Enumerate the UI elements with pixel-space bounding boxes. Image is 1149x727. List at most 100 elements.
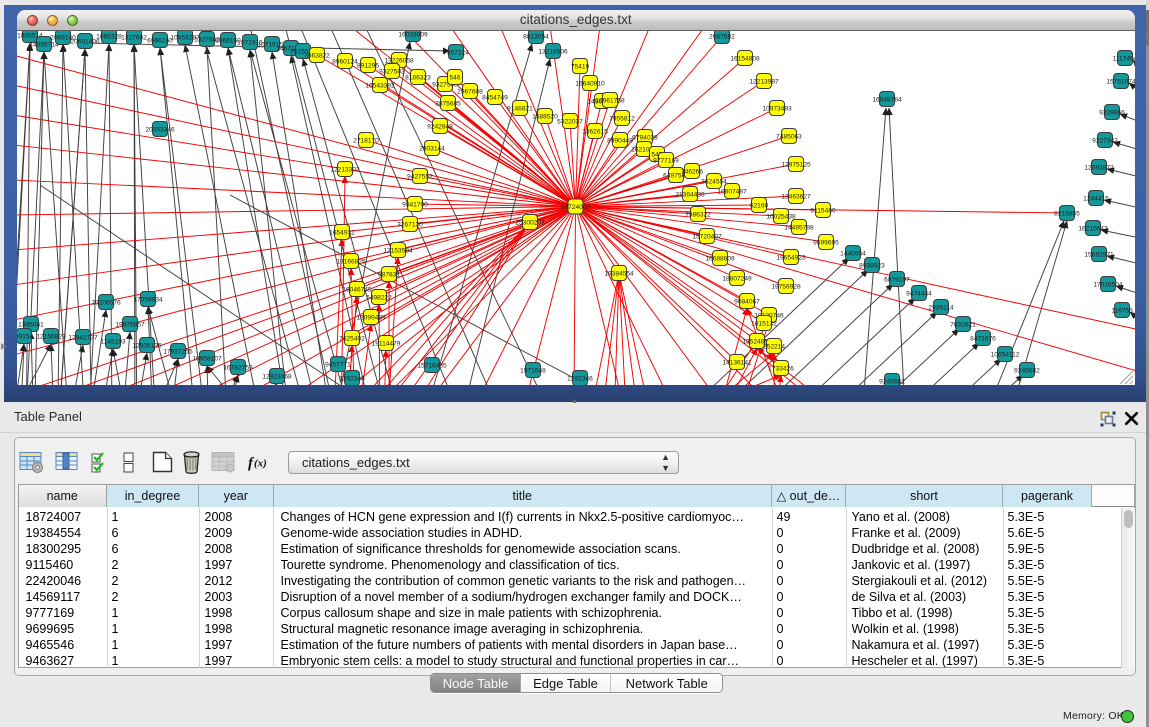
- svg-text:5322037: 5322037: [557, 118, 583, 125]
- svg-text:10025438: 10025438: [766, 213, 796, 220]
- svg-text:19384554: 19384554: [604, 270, 634, 277]
- svg-text:(x): (x): [254, 458, 267, 470]
- svg-text:62160: 62160: [750, 202, 769, 209]
- svg-text:9146821: 9146821: [507, 105, 533, 112]
- svg-text:12505135: 12505135: [132, 342, 162, 349]
- svg-text:1117404: 1117404: [1113, 55, 1135, 62]
- svg-text:546: 546: [449, 74, 460, 81]
- svg-text:8215955: 8215955: [1054, 210, 1080, 217]
- svg-text:9115460: 9115460: [810, 207, 836, 214]
- svg-text:16046745: 16046745: [342, 286, 372, 293]
- svg-text:1145193: 1145193: [100, 338, 126, 345]
- svg-text:2087682: 2087682: [709, 33, 735, 40]
- svg-text:17359934: 17359934: [133, 296, 163, 303]
- svg-text:1292346: 1292346: [339, 375, 365, 382]
- svg-text:2935114: 2935114: [928, 304, 954, 311]
- svg-text:16640910: 16640910: [575, 80, 605, 87]
- svg-text:2803144: 2803144: [419, 145, 445, 152]
- svg-text:7485063: 7485063: [776, 133, 802, 140]
- svg-text:16782759: 16782759: [223, 364, 253, 371]
- svg-text:25300203: 25300203: [515, 219, 545, 226]
- svg-text:16099489: 16099489: [356, 314, 386, 321]
- svg-text:14495798: 14495798: [784, 224, 814, 231]
- svg-text:16543382: 16543382: [365, 82, 395, 89]
- svg-text:9777169: 9777169: [653, 157, 679, 164]
- svg-text:10973493: 10973493: [762, 105, 792, 112]
- svg-text:20206576: 20206576: [91, 299, 121, 306]
- svg-text:8990448: 8990448: [607, 137, 633, 144]
- svg-text:7986322: 7986322: [685, 211, 711, 218]
- svg-text:7625402: 7625402: [339, 335, 365, 342]
- svg-text:9327503: 9327503: [379, 68, 405, 75]
- svg-text:116753: 116753: [1111, 307, 1133, 314]
- svg-text:6879197: 6879197: [884, 276, 910, 283]
- svg-text:15716485: 15716485: [417, 362, 447, 369]
- svg-text:12942737: 12942737: [68, 334, 98, 341]
- svg-text:15751074: 15751074: [1106, 78, 1134, 85]
- svg-text:20053346: 20053346: [145, 126, 175, 133]
- svg-text:17016504: 17016504: [1093, 281, 1123, 288]
- svg-text:3267130: 3267130: [397, 221, 423, 228]
- svg-text:16648784: 16648784: [872, 96, 902, 103]
- svg-text:9699695: 9699695: [813, 239, 839, 246]
- svg-text:1571648: 1571648: [520, 367, 546, 374]
- svg-text:19756928: 19756928: [771, 283, 801, 290]
- svg-text:15720407: 15720407: [692, 233, 722, 240]
- svg-text:75419: 75419: [571, 63, 590, 70]
- svg-text:13218506: 13218506: [538, 48, 568, 55]
- svg-text:7632621: 7632621: [950, 321, 976, 328]
- svg-text:9474444: 9474444: [906, 290, 932, 297]
- svg-text:12156829: 12156829: [36, 333, 66, 340]
- svg-text:8471676: 8471676: [970, 335, 996, 342]
- svg-text:9841700: 9841700: [402, 201, 428, 208]
- svg-text:891295: 891295: [357, 62, 379, 69]
- svg-text:19114479: 19114479: [372, 340, 401, 347]
- svg-text:8186323: 8186323: [405, 74, 431, 81]
- svg-text:5498222: 5498222: [366, 294, 392, 301]
- svg-text:1440934: 1440934: [840, 250, 866, 257]
- svg-text:12093872: 12093872: [1084, 164, 1114, 171]
- svg-text:19975857: 19975857: [115, 321, 145, 328]
- svg-text:9329966: 9329966: [1099, 109, 1125, 116]
- svg-text:9245682: 9245682: [1014, 367, 1040, 374]
- svg-text:9245682: 9245682: [879, 378, 905, 385]
- svg-text:2967608: 2967608: [457, 88, 483, 95]
- svg-text:9427552: 9427552: [407, 173, 433, 180]
- svg-text:12213302: 12213302: [330, 166, 360, 173]
- svg-text:1733426: 1733426: [768, 365, 794, 372]
- svg-text:1065328: 1065328: [96, 33, 122, 40]
- svg-text:7663822: 7663822: [304, 52, 330, 59]
- svg-text:3875685: 3875685: [435, 100, 461, 107]
- svg-text:8938923: 8938923: [859, 262, 885, 269]
- svg-text:2718170: 2718170: [353, 137, 379, 144]
- svg-text:39154: 39154: [17, 333, 33, 340]
- svg-text:1327602: 1327602: [121, 34, 147, 41]
- svg-text:19166825: 19166825: [336, 258, 366, 265]
- svg-text:7357224: 7357224: [443, 49, 469, 56]
- svg-text:9227342: 9227342: [1092, 137, 1118, 144]
- svg-text:9084067: 9084067: [734, 298, 760, 305]
- svg-text:12213987: 12213987: [749, 78, 779, 85]
- svg-text:1345061: 1345061: [18, 321, 44, 328]
- svg-text:10654112: 10654112: [991, 351, 1020, 358]
- svg-text:9242848: 9242848: [427, 123, 453, 130]
- svg-text:16033809: 16033809: [398, 31, 428, 38]
- svg-text:14136141: 14136141: [722, 359, 752, 366]
- svg-text:21364436: 21364436: [675, 191, 705, 198]
- svg-text:9457771: 9457771: [325, 361, 351, 368]
- svg-text:252214: 252214: [763, 343, 785, 350]
- svg-text:587831: 587831: [378, 271, 400, 278]
- svg-text:1588520: 1588520: [532, 113, 558, 120]
- svg-text:16210643: 16210643: [1078, 225, 1108, 232]
- svg-text:8813054: 8813054: [523, 33, 549, 40]
- svg-text:6794028: 6794028: [632, 134, 658, 141]
- svg-text:10688609: 10688609: [705, 255, 735, 262]
- svg-text:19654923: 19654923: [776, 254, 806, 261]
- svg-text:16154808: 16154808: [730, 55, 760, 62]
- svg-text:10958107: 10958107: [192, 355, 222, 362]
- svg-text:7955812: 7955812: [609, 115, 635, 122]
- svg-text:1244415: 1244415: [1083, 195, 1109, 202]
- svg-text:15692971: 15692971: [1084, 251, 1114, 258]
- svg-text:13463627: 13463627: [781, 193, 811, 200]
- svg-text:14055714: 14055714: [29, 41, 59, 48]
